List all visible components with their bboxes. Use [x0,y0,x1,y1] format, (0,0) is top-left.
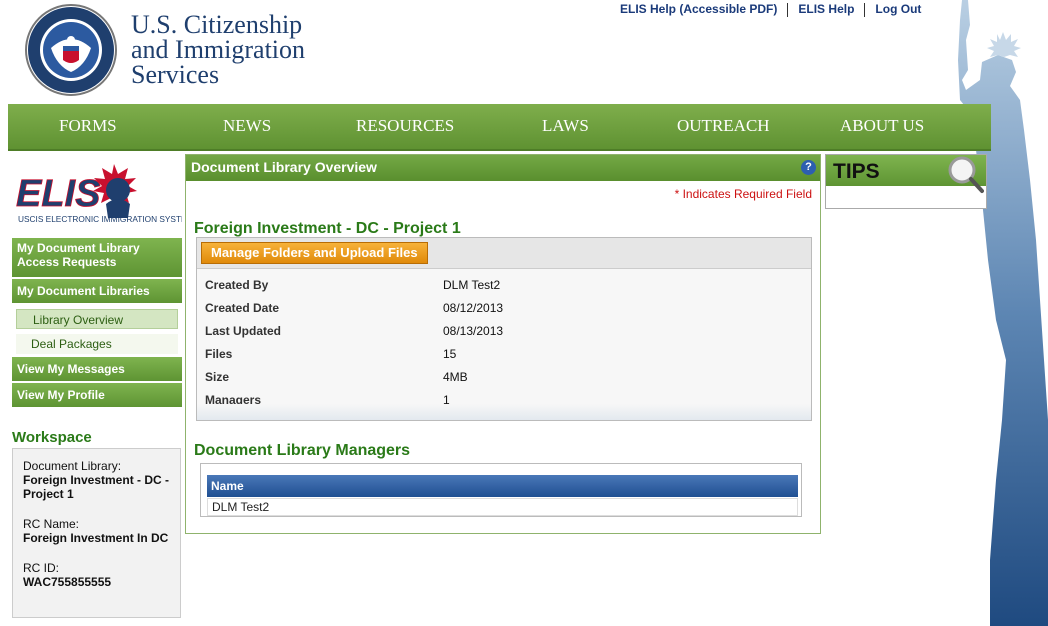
tips-header[interactable]: TIPS [826,155,986,193]
workspace-rc-id-value: WAC755855555 [23,575,112,589]
workspace-rc-id: RC ID: WAC755855555 [23,561,170,589]
left-nav-deal-packages[interactable]: Deal Packages [16,334,178,354]
left-nav-library-overview[interactable]: Library Overview [16,309,178,329]
managers-title: Document Library Managers [194,442,411,459]
elis-logo[interactable]: ELIS USCIS ELECTRONIC IMMIGRATION SYSTEM [14,156,182,228]
nav-resources[interactable]: RESOURCES [356,116,454,136]
detail-label: Created Date [205,301,280,315]
workspace-rc-name-label: RC Name: [23,517,80,531]
details-toolbar: Manage Folders and Upload Files [197,238,811,269]
elis-help-pdf-link[interactable]: ELIS Help (Accessible PDF) [620,2,777,16]
left-nav-view-profile[interactable]: View My Profile [12,383,182,408]
nav-about-us[interactable]: ABOUT US [840,116,924,136]
panel-title: Document Library Overview [191,159,377,175]
detail-label: Files [205,347,233,361]
table-row[interactable]: DLM Test2 [207,498,798,516]
detail-label: Size [205,370,230,384]
manage-folders-button[interactable]: Manage Folders and Upload Files [201,242,428,264]
tips-panel: TIPS [825,154,987,209]
agency-name-line3: Services [131,60,220,89]
elis-logo-tagline: USCIS ELECTRONIC IMMIGRATION SYSTEM [18,214,182,224]
left-nav-my-libraries[interactable]: My Document Libraries [12,279,182,304]
workspace-rc-name: RC Name: Foreign Investment In DC [23,517,170,545]
workspace-rc-id-label: RC ID: [23,561,59,575]
workspace-rc-name-value: Foreign Investment In DC [23,531,169,545]
managers-column-header[interactable]: Name [207,475,798,497]
left-nav-view-messages[interactable]: View My Messages [12,357,182,382]
detail-value: DLM Test2 [443,278,501,292]
detail-label: Last Updated [205,324,282,338]
workspace-library-label: Document Library: [23,459,122,473]
nav-outreach[interactable]: OUTREACH [677,116,770,136]
nav-forms[interactable]: FORMS [59,116,117,136]
detail-value: 08/13/2013 [443,324,504,338]
elis-logo-text: ELIS [16,173,100,215]
agency-name[interactable]: U.S. Citizenship and Immigration Service… [131,10,306,89]
link-divider [787,2,789,17]
workspace-library-value: Foreign Investment - DC - Project 1 [23,473,170,501]
details-footer [197,404,811,420]
main-nav: FORMS NEWS RESOURCES LAWS OUTREACH ABOUT… [8,104,991,151]
document-library-overview-panel: Document Library Overview ? * Indicates … [185,154,821,534]
dhs-seal-logo[interactable] [25,4,117,96]
detail-value: 4MB [443,370,468,384]
elis-help-link[interactable]: ELIS Help [798,2,854,16]
help-icon[interactable]: ? [801,160,816,175]
agency-name-line1: U.S. Citizenship [131,10,303,39]
detail-value: 15 [443,347,457,361]
agency-name-line2: and Immigration [131,35,306,64]
utility-links: ELIS Help (Accessible PDF) ELIS Help Log O… [620,2,921,17]
magnifier-icon [948,156,984,193]
workspace-panel: Document Library: Foreign Investment - D… [12,448,181,618]
panel-header: Document Library Overview ? [186,155,820,181]
required-field-note: * Indicates Required Field [674,187,812,201]
managers-table: Name DLM Test2 [200,463,802,517]
workspace-library: Document Library: Foreign Investment - D… [23,459,170,501]
detail-label: Created By [205,278,269,292]
left-nav-access-requests[interactable]: My Document Library Access Requests [12,238,182,278]
log-out-link[interactable]: Log Out [875,2,921,16]
nav-laws[interactable]: LAWS [542,116,589,136]
library-title: Foreign Investment - DC - Project 1 [194,220,461,237]
detail-value: 08/12/2013 [443,301,504,315]
link-divider [864,2,866,17]
workspace-title: Workspace [12,429,92,446]
library-details: Manage Folders and Upload Files Created … [196,237,812,421]
tips-label: TIPS [833,160,880,183]
nav-news[interactable]: NEWS [223,116,271,136]
statue-of-liberty-graphic [958,0,1048,626]
